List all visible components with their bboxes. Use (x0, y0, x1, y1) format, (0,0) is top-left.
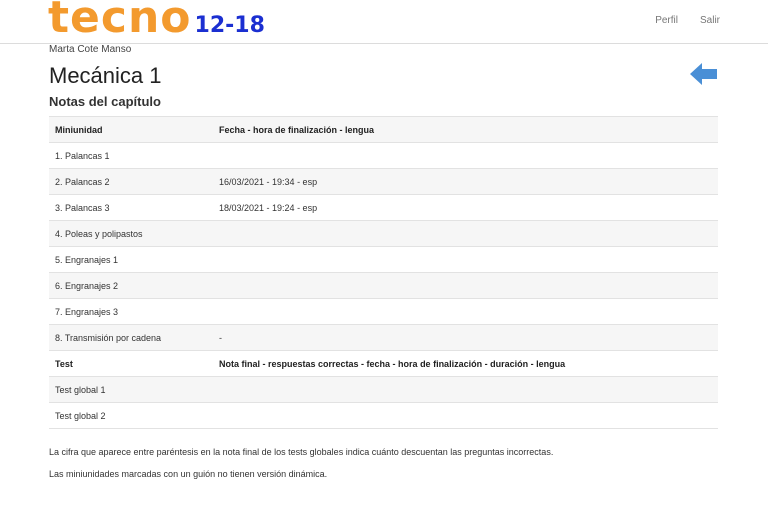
test-name: Test global 1 (49, 376, 213, 403)
unit-name: 2. Palancas 2 (49, 168, 213, 195)
test-name: Test global 2 (49, 402, 213, 429)
grades-table: Miniunidad Fecha - hora de finalización … (49, 116, 718, 429)
table-row: 4. Poleas y polipastos (49, 220, 718, 247)
unit-date: 18/03/2021 - 19:24 - esp (213, 194, 718, 221)
arrow-left-icon (690, 63, 717, 85)
unit-name: 3. Palancas 3 (49, 194, 213, 221)
logo-text: tecno (48, 0, 192, 43)
unit-name: 8. Transmisión por cadena (49, 324, 213, 351)
unit-name: 4. Poleas y polipastos (49, 220, 213, 247)
column-header-test-result: Nota final - respuestas correctas - fech… (213, 350, 718, 377)
unit-name: 7. Engranajes 3 (49, 298, 213, 325)
table-row: Test global 2 (49, 402, 718, 429)
unit-date: - (213, 324, 718, 351)
table-row: 1. Palancas 1 (49, 142, 718, 169)
unit-name: 6. Engranajes 2 (49, 272, 213, 299)
table-row: 8. Transmisión por cadena - (49, 324, 718, 351)
logo-subtext: 12-18 (194, 13, 265, 38)
table-row: 7. Engranajes 3 (49, 298, 718, 325)
table-row: 5. Engranajes 1 (49, 246, 718, 273)
unit-date: 16/03/2021 - 19:34 - esp (213, 168, 718, 195)
table-row: 3. Palancas 3 18/03/2021 - 19:24 - esp (49, 194, 718, 221)
column-header-test: Test (49, 350, 213, 377)
profile-link[interactable]: Perfil (655, 15, 678, 26)
table-row: 6. Engranajes 2 (49, 272, 718, 299)
unit-name: 5. Engranajes 1 (49, 246, 213, 273)
test-header-row: Test Nota final - respuestas correctas -… (49, 350, 718, 377)
table-row: 2. Palancas 2 16/03/2021 - 19:34 - esp (49, 168, 718, 195)
logout-link[interactable]: Salir (700, 15, 720, 26)
unit-date (213, 272, 718, 299)
top-nav: Perfil Salir (655, 15, 720, 26)
footnote: Las miniunidades marcadas con un guión n… (49, 469, 328, 479)
column-header-date: Fecha - hora de finalización - lengua (213, 116, 718, 143)
footnotes: La cifra que aparece entre paréntesis en… (49, 447, 553, 491)
top-bar: tecno 12-18 Perfil Salir (0, 0, 768, 44)
unit-date (213, 220, 718, 247)
unit-date (213, 298, 718, 325)
unit-name: 1. Palancas 1 (49, 142, 213, 169)
unit-date (213, 142, 718, 169)
footnote: La cifra que aparece entre paréntesis en… (49, 447, 554, 457)
unit-date (213, 246, 718, 273)
page-title: Mecánica 1 (49, 63, 162, 88)
table-row: Test global 1 (49, 376, 718, 403)
table-header-row: Miniunidad Fecha - hora de finalización … (49, 116, 718, 143)
back-button[interactable] (690, 62, 718, 86)
test-result (213, 376, 718, 403)
user-name: Marta Cote Manso (49, 44, 132, 55)
column-header-unit: Miniunidad (49, 116, 213, 143)
section-title: Notas del capítulo (49, 94, 161, 109)
logo[interactable]: tecno 12-18 (48, 0, 265, 40)
test-result (213, 402, 718, 429)
